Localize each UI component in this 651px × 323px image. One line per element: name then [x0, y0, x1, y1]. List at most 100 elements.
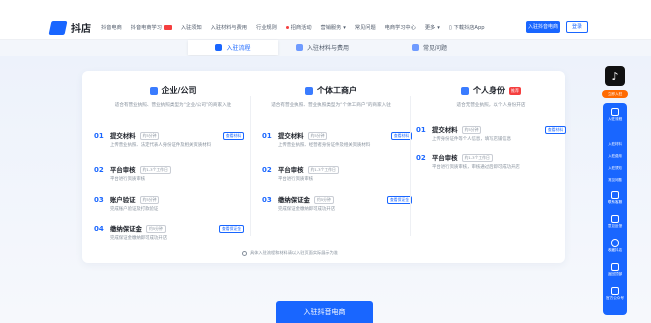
column-title: 个人身份: [473, 86, 505, 95]
chat-icon: [611, 191, 619, 199]
step-item: 01 提交材料 约5分钟 查看材料 上传营业执照、法定代表人身份证件及相关资质材料: [94, 131, 244, 149]
sidebar-label: 意见反馈: [607, 224, 623, 228]
view-link[interactable]: 查看保证金: [219, 224, 244, 233]
sidebar-item-feedback[interactable]: 意见反馈: [603, 215, 627, 229]
step-item: 03 账户验证 约5分钟 完成账户验证及打款验证: [94, 195, 244, 213]
column-title: 企业/公司: [161, 86, 197, 95]
nav-label: 行业规则: [256, 25, 277, 31]
step-name: 缴纳保证金: [110, 225, 142, 233]
recommend-badge: 推荐: [509, 86, 521, 95]
process-icon: [215, 44, 223, 51]
settle-now-pill[interactable]: 立即入驻: [602, 90, 628, 98]
column-divider: [410, 96, 411, 236]
step-item: 02 平台审核 约1-3个工作日 平台进行资质审核: [262, 165, 412, 183]
nav-item-learning-center[interactable]: 电商学习中心: [385, 24, 416, 31]
nav-label: 入驻材料与费用: [210, 25, 247, 31]
view-link[interactable]: 查看材料: [544, 125, 566, 134]
time-tag: 约5分钟: [307, 131, 328, 140]
login-button[interactable]: 登录: [566, 21, 588, 33]
sidebar-sub-fees[interactable]: 入驻费用: [603, 153, 627, 158]
time-tag: 约5分钟: [139, 131, 160, 140]
sidebar-sub-materials[interactable]: 入驻材料: [603, 141, 627, 146]
column-personal: 个人身份 推荐 适合无营业执照，以个人身份开店 01 提交材料 约5分钟 查看材料 上传…: [412, 85, 570, 170]
nav-label: 抖音电商: [101, 25, 122, 31]
top-navigation-bar: 抖店 抖音电商 抖音电商学习 入驻须知 入驻材料与费用 行业规则 招商活动 营销…: [0, 0, 651, 40]
shop-icon: [305, 86, 313, 95]
heart-icon: [611, 239, 619, 247]
nav-item-faq[interactable]: 常见问题: [355, 24, 376, 31]
info-icon: [242, 250, 247, 256]
sidebar-sub-notice[interactable]: 入驻须知: [603, 165, 627, 170]
materials-icon: [296, 43, 303, 51]
nav-label: 招商活动: [290, 25, 312, 31]
tab-label: 入驻材料与费用: [307, 44, 350, 52]
step-number: 02: [416, 153, 426, 162]
chevron-down-icon: ▾: [437, 24, 440, 31]
step-item: 03 缴纳保证金 约5分钟 查看保证金 完成保证金缴纳即可成功开店: [262, 195, 412, 213]
nav-item-services[interactable]: 营销服务 ▾: [320, 24, 346, 32]
sidebar-label: 收藏抖店: [607, 248, 623, 252]
column-divider: [250, 96, 251, 236]
nav-item-fees[interactable]: 入驻材料与费用: [211, 24, 247, 31]
sidebar-item-top[interactable]: 返回顶部: [603, 263, 627, 277]
sidebar-label: 入驻流程: [607, 117, 623, 121]
sidebar-sub-faq[interactable]: 常见问题: [603, 177, 627, 182]
time-tag: 约5分钟: [145, 224, 166, 233]
step-text: 完成保证金缴纳即可成功开店: [278, 207, 336, 212]
sidebar-item-wechat[interactable]: 官方公众号: [603, 287, 627, 301]
nav-label: 营销服务: [320, 25, 342, 31]
sidebar-label: 返回顶部: [607, 272, 623, 276]
step-number: 01: [94, 131, 104, 140]
settle-cta-button[interactable]: 入驻抖音电商: [276, 301, 373, 323]
footnote: 具体入驻流程和材料请以入驻页面实际展示为准: [242, 250, 338, 256]
sidebar-item-service[interactable]: 联系客服: [603, 191, 627, 205]
sidebar-item-favorite[interactable]: 收藏抖店: [603, 239, 627, 253]
tab-faq[interactable]: 常见问题: [412, 40, 447, 54]
douyin-shop-logo[interactable]: 抖店: [48, 20, 91, 35]
nav-item-events[interactable]: 招商活动: [285, 24, 312, 31]
step-text: 平台进行资质审核，审核通过后即可成功开店: [432, 165, 520, 170]
nav-item-notice[interactable]: 入驻须知: [181, 24, 202, 31]
step-text: 上传营业执照、经营者身份证件及相关资质材料: [278, 143, 371, 148]
phone-icon: ▯: [448, 24, 452, 31]
sidebar-item-process[interactable]: 入驻流程: [603, 108, 627, 122]
tab-process[interactable]: 入驻流程: [188, 40, 278, 55]
feedback-icon: [611, 215, 619, 223]
time-tag: 约5分钟: [313, 195, 334, 204]
step-name: 平台审核: [432, 154, 458, 162]
nav-item-rules[interactable]: 行业规则: [256, 24, 277, 31]
nav-item-learning[interactable]: 抖音电商学习: [131, 24, 172, 31]
nav-item-ecommerce[interactable]: 抖音电商: [101, 24, 122, 31]
nav-item-more[interactable]: 更多 ▾: [424, 24, 440, 32]
column-desc: 适合无营业执照，以个人身份开店: [456, 103, 526, 108]
nav-label: 入驻须知: [180, 25, 202, 31]
red-dot-icon: [285, 26, 289, 29]
company-icon: [149, 86, 158, 95]
settle-button[interactable]: 入驻抖音电商: [526, 21, 560, 33]
column-individual-business: 个体工商户 适合有营业执照、营业执照类型为“个体工商户”的商家入驻 01 提交材料…: [252, 85, 412, 212]
footnote-text: 具体入驻流程和材料请以入驻页面实际展示为准: [250, 250, 338, 255]
nav-label: 抖音电商学习: [130, 25, 162, 31]
step-number: 01: [262, 131, 272, 140]
view-link[interactable]: 查看材料: [390, 131, 412, 140]
view-link[interactable]: 查看材料: [222, 131, 244, 140]
step-item: 02 平台审核 约1-3个工作日 平台进行资质审核，审核通过后即可成功开店: [416, 153, 566, 171]
hot-badge-icon: [163, 25, 172, 30]
douyin-logo-icon[interactable]: ♪: [605, 66, 625, 86]
download-app-link[interactable]: ▯ 下载抖店App: [448, 24, 485, 32]
time-tag: 约5分钟: [139, 195, 160, 204]
step-text: 上传营业执照、法定代表人身份证件及相关资质材料: [110, 143, 211, 148]
view-link[interactable]: 查看保证金: [387, 195, 412, 204]
tab-materials[interactable]: 入驻材料与费用: [296, 40, 349, 54]
column-desc: 适合有营业执照、营业执照类型为“个体工商户”的商家入驻: [271, 103, 391, 108]
step-number: 04: [94, 224, 104, 233]
process-icon: [611, 108, 619, 116]
step-item: 01 提交材料 约5分钟 查看材料 上传身份证件等个人信息，填写店铺信息: [416, 125, 566, 143]
nav-label: 常见问题: [354, 25, 376, 31]
main-nav: 抖音电商 抖音电商学习 入驻须知 入驻材料与费用 行业规则 招商活动 营销服务 ▾…: [101, 24, 485, 32]
step-name: 账户验证: [110, 196, 136, 204]
arrow-up-icon: [611, 263, 619, 271]
nav-label: 更多: [424, 25, 436, 31]
step-name: 缴纳保证金: [278, 196, 310, 204]
tab-label: 入驻流程: [226, 45, 251, 52]
